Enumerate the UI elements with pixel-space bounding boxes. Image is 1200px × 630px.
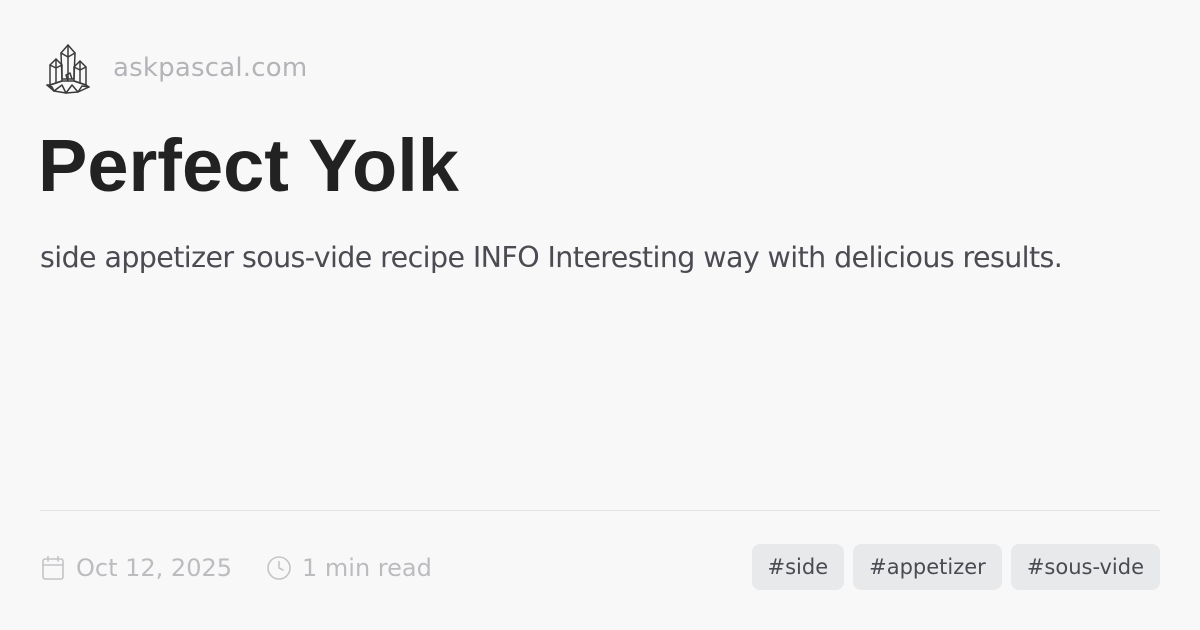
clock-icon (266, 555, 292, 581)
publish-date-text: Oct 12, 2025 (76, 554, 232, 582)
read-time: 1 min read (266, 554, 432, 582)
tag-sous-vide[interactable]: #sous-vide (1010, 544, 1160, 590)
tag-appetizer[interactable]: #appetizer (853, 544, 1002, 590)
post-description: side appetizer sous-vide recipe INFO Int… (40, 241, 1063, 274)
site-name[interactable]: askpascal.com (113, 53, 307, 83)
post-meta: Oct 12, 2025 1 min read (40, 546, 432, 590)
publish-date: Oct 12, 2025 (40, 554, 232, 582)
crystal-cluster-icon (40, 40, 96, 96)
read-time-text: 1 min read (302, 554, 432, 582)
page-title: Perfect Yolk (38, 124, 459, 207)
tag-list: #side #appetizer #sous-vide (751, 544, 1160, 590)
divider (40, 510, 1160, 511)
site-header[interactable]: askpascal.com (40, 40, 307, 96)
og-card: askpascal.com Perfect Yolk side appetize… (0, 0, 1200, 630)
calendar-icon (40, 555, 66, 581)
tag-side[interactable]: #side (751, 544, 845, 590)
